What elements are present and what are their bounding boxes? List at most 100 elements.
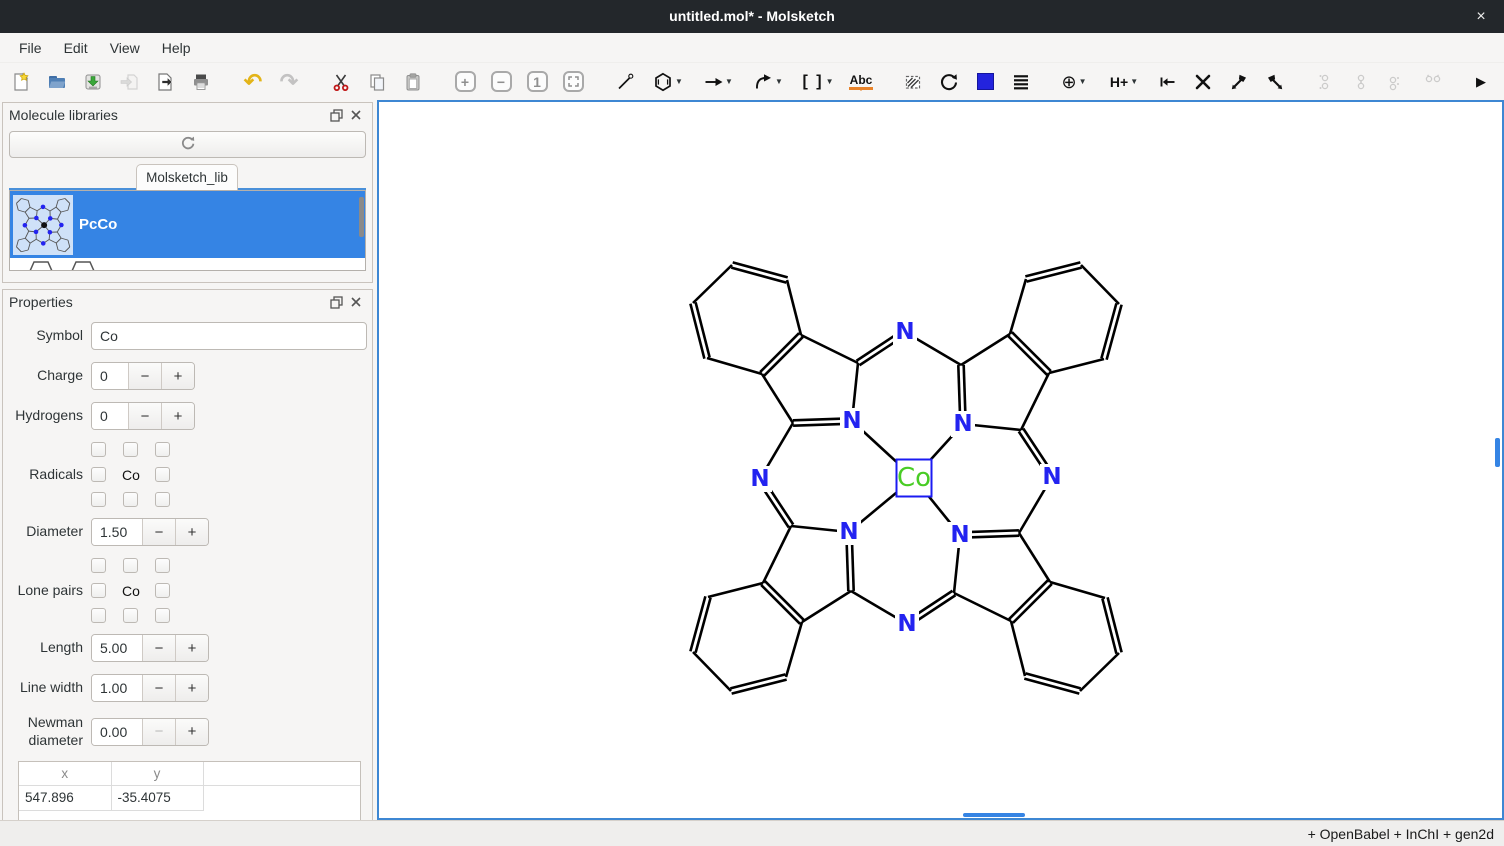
paste-button[interactable] [398, 67, 428, 97]
text-tool-button[interactable]: Abc [846, 67, 876, 97]
charge-increment-button[interactable]: + [161, 363, 194, 389]
export-button[interactable] [150, 67, 180, 97]
radicals-checkbox-5[interactable] [155, 467, 170, 482]
undo-button[interactable]: ↶ [238, 67, 268, 97]
lone-pairs-checkbox-5[interactable] [155, 583, 170, 598]
charge-value[interactable]: 0 [92, 363, 128, 389]
zoom-original-button[interactable]: 1 [522, 67, 552, 97]
library-refresh-button[interactable] [9, 131, 366, 158]
lone-pairs-checkbox-8[interactable] [155, 608, 170, 623]
lone-pairs-checkbox-3[interactable] [91, 583, 106, 598]
rotate-button[interactable] [934, 67, 964, 97]
atom-label-N[interactable]: N [750, 466, 769, 492]
newman-diameter-increment-button[interactable]: + [175, 719, 208, 745]
panel-close-icon[interactable] [346, 105, 366, 125]
lone-pairs-checkbox-1[interactable] [123, 558, 138, 573]
line-width-increment-button[interactable]: + [175, 675, 208, 701]
radicals-checkbox-7[interactable] [123, 492, 138, 507]
drawing-canvas[interactable]: N N N N N N N N Co [377, 100, 1504, 820]
zoom-fit-button[interactable] [558, 67, 588, 97]
line-width-decrement-button[interactable]: − [142, 675, 175, 701]
delete-button[interactable] [1188, 67, 1218, 97]
line-width-button[interactable] [1006, 67, 1036, 97]
open-file-button[interactable] [42, 67, 72, 97]
diameter-value[interactable]: 1.50 [92, 519, 142, 545]
diameter-spinbox[interactable]: 1.50−+ [91, 518, 209, 546]
atom-label-N[interactable]: N [953, 411, 972, 437]
library-item-pcco[interactable]: PcCo [10, 191, 365, 258]
copy-button[interactable] [362, 67, 392, 97]
lone-pairs-checkbox-0[interactable] [91, 558, 106, 573]
panel-float-icon[interactable] [326, 105, 346, 125]
library-item-next-partial[interactable] [10, 258, 365, 270]
newman-diameter-spinbox[interactable]: 0.00−+ [91, 718, 209, 746]
line-width-value[interactable]: 1.00 [92, 675, 142, 701]
ring-tool-button[interactable]: ▼ [646, 67, 690, 97]
new-file-button[interactable] [6, 67, 36, 97]
panel-close-icon[interactable] [346, 292, 366, 312]
reaction-arrow-button[interactable]: ▼ [696, 67, 740, 97]
diameter-decrement-button[interactable]: − [142, 519, 175, 545]
lone-pairs-checkbox-2[interactable] [155, 558, 170, 573]
atom-label-N[interactable]: N [842, 408, 861, 434]
radicals-checkbox-0[interactable] [91, 442, 106, 457]
radicals-checkbox-2[interactable] [155, 442, 170, 457]
radicals-checkbox-6[interactable] [91, 492, 106, 507]
zoom-out-button[interactable]: − [486, 67, 516, 97]
window-close-button[interactable]: × [1466, 0, 1496, 33]
hydrogens-value[interactable]: 0 [92, 403, 128, 429]
hydrogens-decrement-button[interactable]: − [128, 403, 161, 429]
library-scrollbar-thumb[interactable] [359, 197, 364, 237]
menu-file[interactable]: File [8, 36, 53, 60]
panel-float-icon[interactable] [326, 292, 346, 312]
length-value[interactable]: 5.00 [92, 635, 142, 661]
atom-label-N[interactable]: N [1042, 464, 1061, 490]
length-increment-button[interactable]: + [175, 635, 208, 661]
snap-connect-button[interactable] [1152, 67, 1182, 97]
hydrogens-increment-button[interactable]: + [161, 403, 194, 429]
canvas-vertical-scrollbar-thumb[interactable] [1495, 438, 1500, 467]
coords-row[interactable]: 547.896-35.4075 [19, 785, 360, 810]
color-button[interactable] [970, 67, 1000, 97]
menu-edit[interactable]: Edit [53, 36, 99, 60]
charge-spinbox[interactable]: 0−+ [91, 362, 195, 390]
flip-horizontal-button[interactable] [1224, 67, 1254, 97]
coords-cell[interactable]: 547.896 [19, 785, 111, 810]
lone-pairs-checkbox-6[interactable] [91, 608, 106, 623]
lone-pairs-checkbox-7[interactable] [123, 608, 138, 623]
menu-help[interactable]: Help [151, 36, 202, 60]
diameter-increment-button[interactable]: + [175, 519, 208, 545]
length-decrement-button[interactable]: − [142, 635, 175, 661]
canvas-horizontal-scrollbar-thumb[interactable] [963, 813, 1025, 817]
atom-label-Co[interactable]: Co [897, 463, 931, 493]
radicals-checkbox-1[interactable] [123, 442, 138, 457]
flip-vertical-button[interactable] [1260, 67, 1290, 97]
atom-label-N[interactable]: N [895, 319, 914, 345]
coords-cell[interactable]: -35.4075 [111, 785, 203, 810]
radicals-checkbox-3[interactable] [91, 467, 106, 482]
charge-decrement-button[interactable]: − [128, 363, 161, 389]
print-button[interactable] [186, 67, 216, 97]
toolbar-expand-button[interactable]: ▶ [1466, 67, 1496, 97]
menu-view[interactable]: View [99, 36, 151, 60]
atom-label-N[interactable]: N [897, 611, 916, 637]
molecule-drawing[interactable]: N N N N N N N N Co [379, 102, 1502, 818]
charge-button[interactable]: ⊕▼ [1052, 67, 1096, 97]
tab-molsketch-lib[interactable]: Molsketch_lib [136, 164, 238, 190]
save-button[interactable] [78, 67, 108, 97]
symbol-field[interactable]: Co [91, 322, 367, 350]
atom-label-N[interactable]: N [950, 522, 969, 548]
cut-button[interactable] [326, 67, 356, 97]
hydrogens-button[interactable]: H+▼ [1102, 67, 1146, 97]
draw-bond-button[interactable] [610, 67, 640, 97]
radicals-checkbox-8[interactable] [155, 492, 170, 507]
line-width-spinbox[interactable]: 1.00−+ [91, 674, 209, 702]
length-spinbox[interactable]: 5.00−+ [91, 634, 209, 662]
lasso-select-button[interactable] [898, 67, 928, 97]
mechanism-arrow-button[interactable]: ▼ [746, 67, 790, 97]
brackets-button[interactable]: [ ]▼ [796, 67, 840, 97]
zoom-in-button[interactable]: + [450, 67, 480, 97]
hydrogens-spinbox[interactable]: 0−+ [91, 402, 195, 430]
newman-diameter-value[interactable]: 0.00 [92, 719, 142, 745]
atom-label-N[interactable]: N [839, 519, 858, 545]
